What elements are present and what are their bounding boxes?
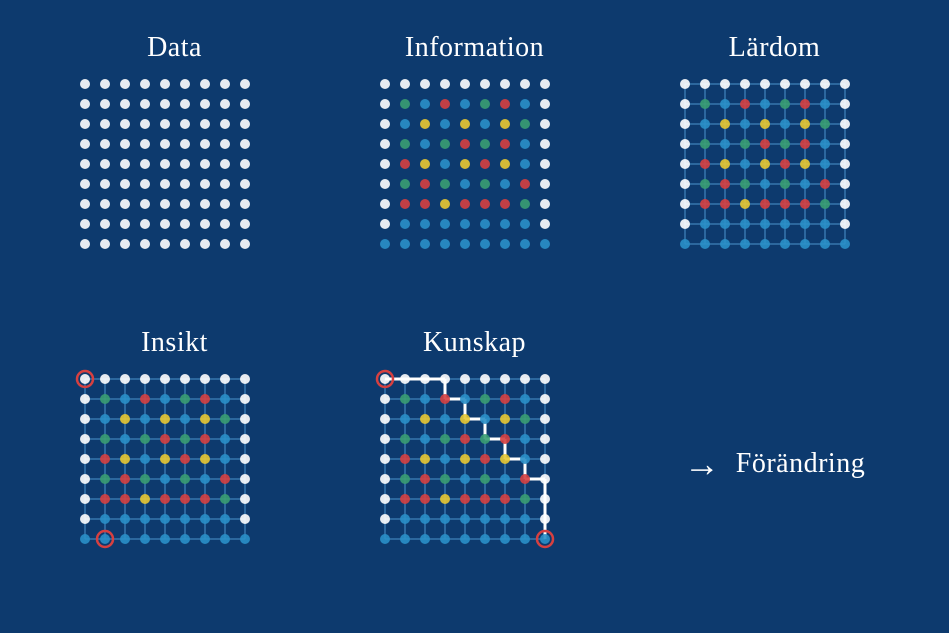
insikt-cell: Insikt xyxy=(35,327,315,602)
arrow-icon: → xyxy=(684,443,720,485)
forandring-cell: → Förändring xyxy=(635,327,915,602)
main-container: Data Information Lärdom Insikt Kunskap → xyxy=(15,12,935,622)
kunskap-grid xyxy=(375,369,575,569)
data-grid xyxy=(75,74,275,274)
lardom-grid xyxy=(675,74,875,274)
insikt-title: Insikt xyxy=(141,327,208,359)
lardom-cell: Lärdom xyxy=(635,32,915,307)
information-title: Information xyxy=(405,32,544,64)
kunskap-cell: Kunskap xyxy=(335,327,615,602)
information-cell: Information xyxy=(335,32,615,307)
kunskap-title: Kunskap xyxy=(423,327,526,359)
data-cell: Data xyxy=(35,32,315,307)
lardom-title: Lärdom xyxy=(729,32,821,64)
insikt-grid xyxy=(75,369,275,569)
data-title: Data xyxy=(147,32,202,64)
information-grid xyxy=(375,74,575,274)
forandring-title: Förändring xyxy=(736,448,865,480)
